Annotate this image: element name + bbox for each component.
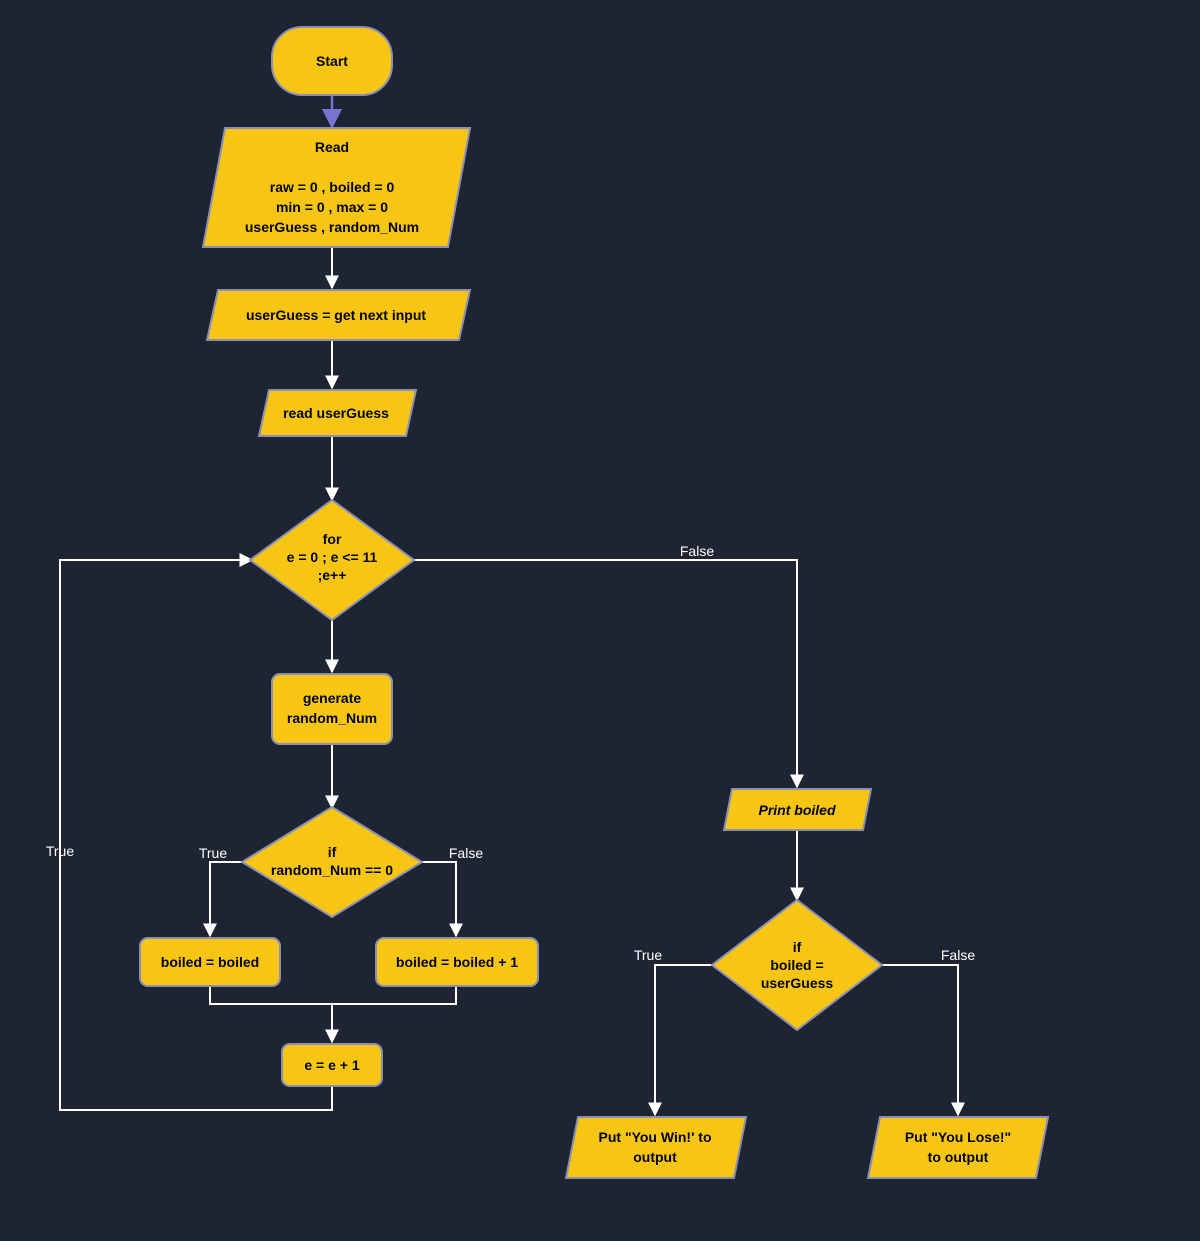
node-start-label: Start: [316, 53, 348, 69]
edge-for-false: [410, 560, 797, 787]
node-eincr: e = e + 1: [282, 1044, 382, 1086]
node-for: for e = 0 ; e <= 11 ;e++: [250, 500, 414, 620]
node-ifguess: if boiled = userGuess: [712, 900, 882, 1030]
node-eincr-label: e = e + 1: [304, 1057, 359, 1073]
node-ifguess-line2: boiled =: [770, 957, 823, 973]
edge-label-ifrand-false: False: [449, 845, 483, 861]
node-read-line1: raw = 0 , boiled = 0: [270, 179, 395, 195]
node-readguess-label: read userGuess: [283, 405, 389, 421]
node-ifguess-line1: if: [793, 939, 802, 955]
node-read: Read raw = 0 , boiled = 0 min = 0 , max …: [203, 128, 470, 247]
node-getinput-label: userGuess = get next input: [246, 307, 426, 323]
node-ifrand-line1: if: [328, 844, 337, 860]
edge-label-loop-true: True: [46, 843, 74, 859]
node-ifrand: if random_Num == 0: [242, 807, 422, 917]
node-generate-line1: generate: [303, 690, 362, 706]
edge-label-for-false: False: [680, 543, 714, 559]
node-lose-line1: Put "You Lose!": [905, 1129, 1011, 1145]
edge-label-ifguess-false: False: [941, 947, 975, 963]
edge-label-ifrand-true: True: [199, 845, 227, 861]
node-boiledinc-label: boiled = boiled + 1: [396, 954, 518, 970]
edge-ifguess-false: [878, 965, 958, 1115]
node-ifguess-line3: userGuess: [761, 975, 834, 991]
node-generate-line2: random_Num: [287, 710, 377, 726]
node-win-line2: output: [633, 1149, 677, 1165]
node-ifrand-line2: random_Num == 0: [271, 862, 393, 878]
node-readguess: read userGuess: [259, 390, 416, 436]
node-read-title: Read: [315, 139, 349, 155]
node-generate: generate random_Num: [272, 674, 392, 744]
node-lose-line2: to output: [928, 1149, 989, 1165]
node-getinput: userGuess = get next input: [207, 290, 470, 340]
edge-ifrand-false: [418, 862, 456, 936]
node-printboiled-label: Print boiled: [759, 802, 836, 818]
node-for-line1: for: [323, 531, 342, 547]
edge-boiledsame-merge: [210, 986, 332, 1004]
node-boiledsame-label: boiled = boiled: [161, 954, 259, 970]
edge-ifrand-true: [210, 862, 246, 936]
node-win-line1: Put "You Win!' to: [599, 1129, 712, 1145]
edge-boiledinc-merge: [332, 986, 456, 1004]
node-lose: Put "You Lose!" to output: [868, 1117, 1048, 1178]
node-boiledsame: boiled = boiled: [140, 938, 280, 986]
node-printboiled: Print boiled: [724, 789, 871, 830]
node-start: Start: [272, 27, 392, 95]
node-boiledinc: boiled = boiled + 1: [376, 938, 538, 986]
edge-label-ifguess-true: True: [634, 947, 662, 963]
node-read-line3: userGuess , random_Num: [245, 219, 419, 235]
node-win: Put "You Win!' to output: [566, 1117, 746, 1178]
node-read-line2: min = 0 , max = 0: [276, 199, 388, 215]
edge-ifguess-true: [655, 965, 717, 1115]
node-for-line3: ;e++: [318, 567, 347, 583]
node-for-line2: e = 0 ; e <= 11: [287, 549, 378, 565]
